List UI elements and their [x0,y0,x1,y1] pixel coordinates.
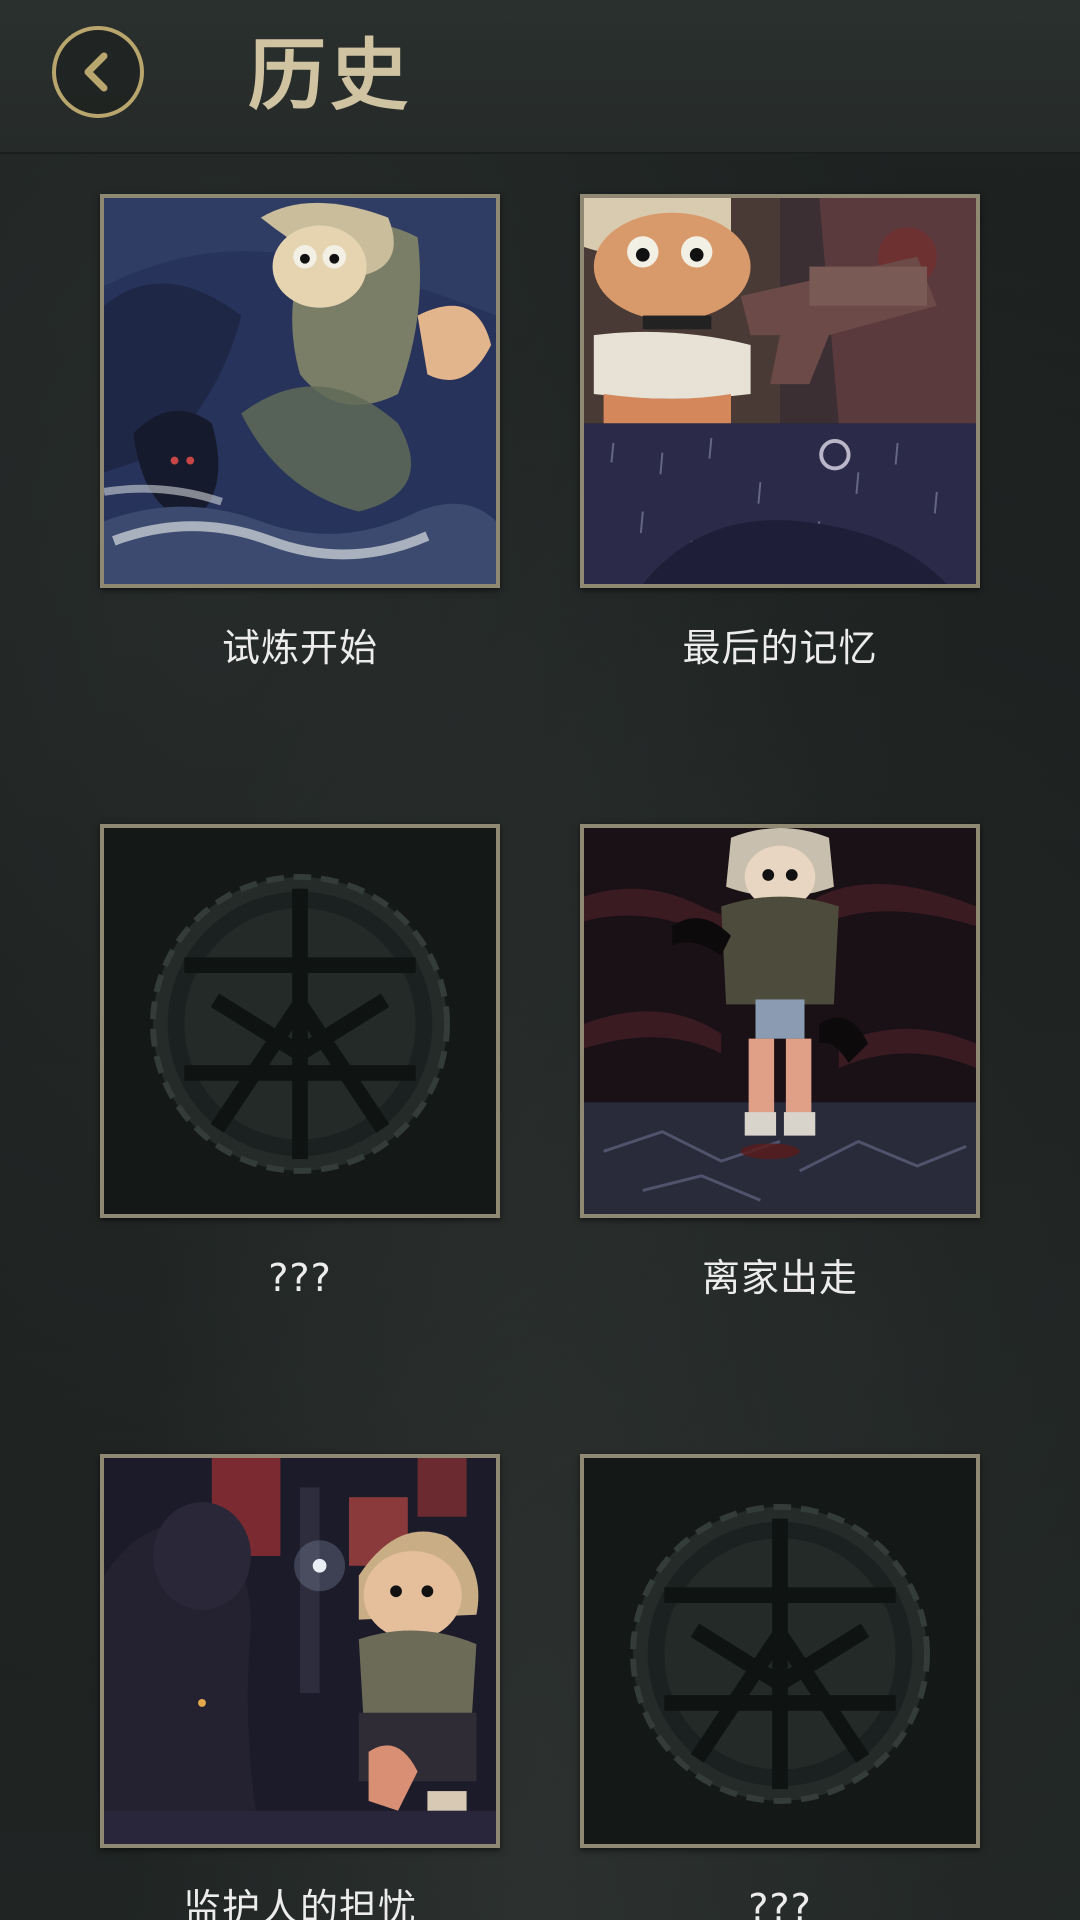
history-thumbnail[interactable] [580,824,980,1218]
history-thumbnail[interactable] [100,194,500,588]
history-label: 最后的记忆 [682,626,878,670]
history-label: ??? [748,1886,812,1920]
history-thumbnail[interactable] [580,194,980,588]
history-screen: 历史 试炼开始 最后的记忆 ??? 离家出走 监护人的担忧 ??? [0,0,1080,1920]
illustration-guardian-worry [104,1458,496,1844]
back-button[interactable] [52,26,144,118]
history-label: 监护人的担忧 [182,1886,417,1920]
illustration-run-away [584,828,976,1214]
history-thumbnail-locked[interactable] [100,824,500,1218]
locked-seal-icon [584,1458,976,1844]
chevron-left-icon [84,52,108,92]
history-thumbnail[interactable] [100,1454,500,1848]
history-label: 试炼开始 [221,626,378,670]
locked-seal-icon [104,828,496,1214]
history-thumbnail-locked[interactable] [580,1454,980,1848]
history-label: 离家出走 [701,1256,858,1300]
history-label: ??? [268,1256,332,1300]
illustration-trial-start [104,198,496,584]
illustration-last-memory [584,198,976,584]
header-bar: 历史 [0,0,1080,154]
page-title: 历史 [248,31,413,121]
